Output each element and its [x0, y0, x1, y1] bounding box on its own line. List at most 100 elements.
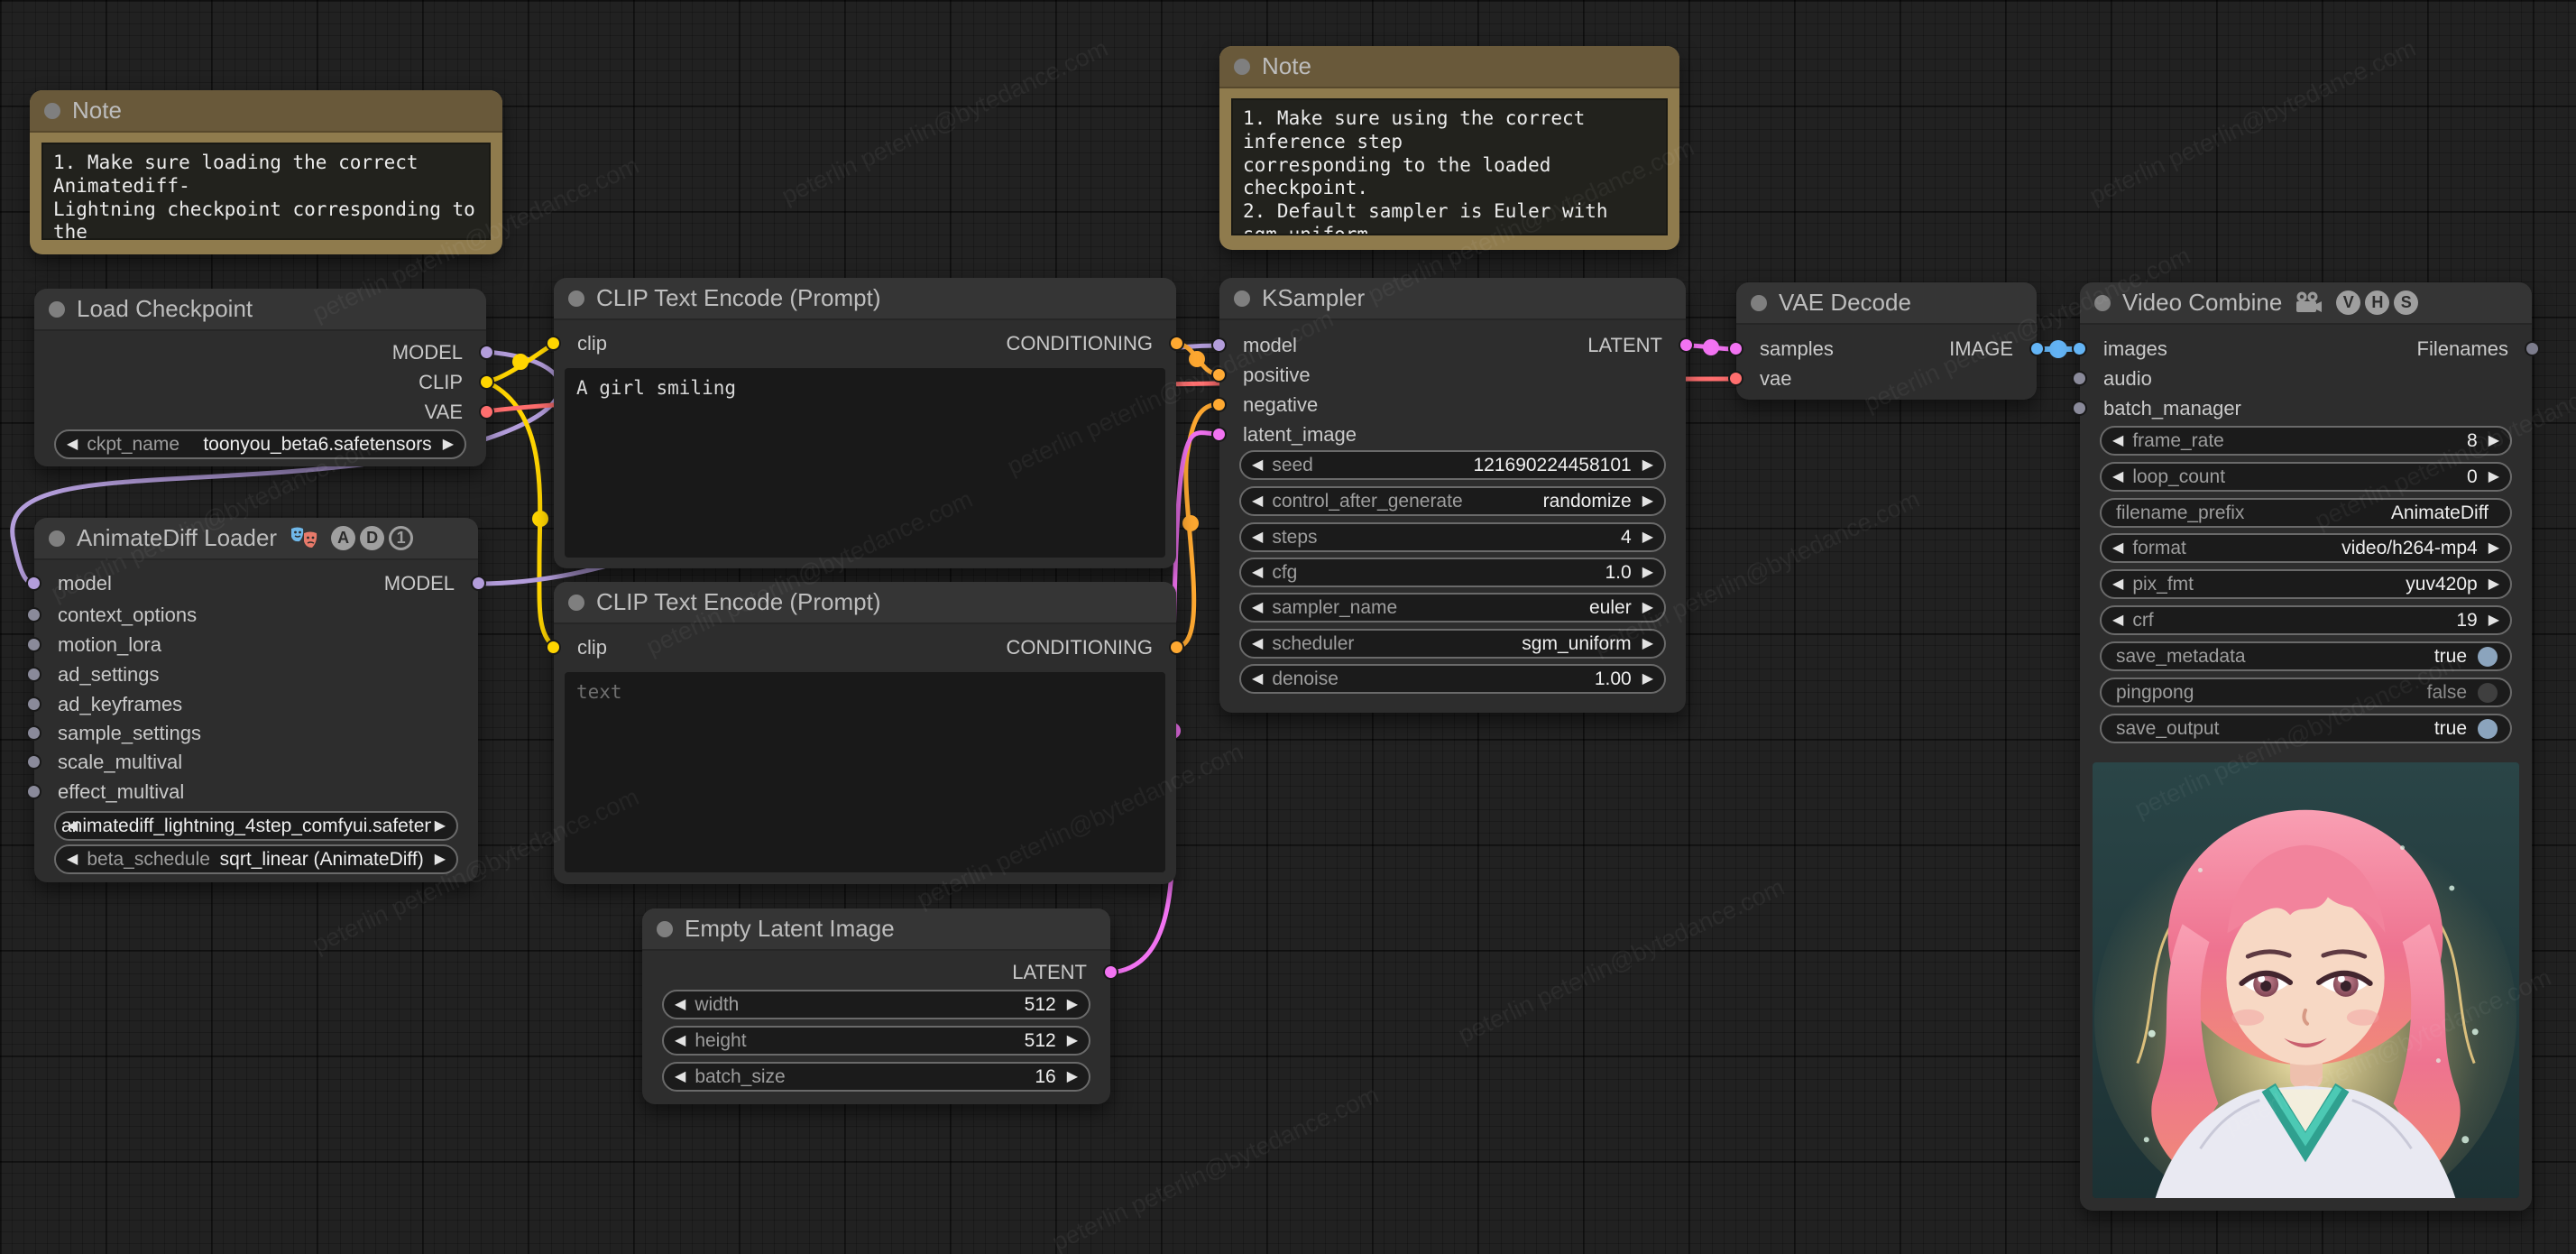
decrement-arrow[interactable]: ◀ [1252, 565, 1263, 580]
input-port-images[interactable] [2072, 341, 2087, 356]
node-clip-text-encode-positive[interactable]: CLIP Text Encode (Prompt) clip CONDITION… [546, 278, 1184, 568]
increment-arrow[interactable]: ▶ [2489, 576, 2499, 592]
widget-steps[interactable]: ◀ steps 4 ▶ [1239, 522, 1666, 552]
widget-ckpt-name[interactable]: ◀ ckpt_name toonyou_beta6.safetensors ▶ [54, 429, 466, 459]
collapse-dot[interactable] [2094, 294, 2111, 311]
collapse-dot[interactable] [49, 530, 65, 547]
widget-pix-fmt[interactable]: ◀ pix_fmt yuv420p ▶ [2100, 569, 2512, 599]
widget-format[interactable]: ◀ format video/h264-mp4 ▶ [2100, 533, 2512, 563]
note-text[interactable]: 1. Make sure loading the correct Animate… [41, 143, 491, 240]
increment-arrow[interactable]: ▶ [1642, 565, 1653, 580]
input-port-model[interactable] [1211, 337, 1227, 353]
output-port-latent[interactable] [1103, 964, 1118, 980]
widget-pingpong[interactable]: pingpong false [2100, 678, 2512, 707]
input-port-clip[interactable] [546, 640, 561, 655]
node-clip-text-encode-negative[interactable]: CLIP Text Encode (Prompt) clip CONDITION… [546, 582, 1184, 884]
decrement-arrow[interactable]: ◀ [67, 437, 78, 452]
toggle-on-dot[interactable] [2478, 718, 2498, 739]
increment-arrow[interactable]: ▶ [1067, 997, 1078, 1012]
decrement-arrow[interactable]: ◀ [1252, 530, 1263, 545]
collapse-dot[interactable] [568, 594, 584, 611]
increment-arrow[interactable]: ▶ [2489, 540, 2499, 556]
input-port-clip[interactable] [546, 336, 561, 351]
decrement-arrow[interactable]: ◀ [675, 1069, 685, 1084]
input-port-ad-settings[interactable] [26, 667, 41, 682]
widget-save-output[interactable]: save_output true [2100, 714, 2512, 743]
node-note-1[interactable]: Note 1. Make sure loading the correct An… [30, 90, 502, 254]
widget-width[interactable]: ◀ width 512 ▶ [662, 990, 1090, 1019]
widget-batch-size[interactable]: ◀ batch_size 16 ▶ [662, 1062, 1090, 1092]
output-port-vae[interactable] [479, 404, 494, 420]
decrement-arrow[interactable]: ◀ [1252, 600, 1263, 615]
collapse-dot[interactable] [657, 920, 673, 937]
increment-arrow[interactable]: ▶ [1642, 493, 1653, 509]
increment-arrow[interactable]: ▶ [443, 437, 454, 452]
widget-filename-prefix[interactable]: filename_prefix AnimateDiff [2100, 498, 2512, 528]
node-video-combine[interactable]: Video Combine V H S images audio batch_m… [2072, 282, 2540, 1211]
decrement-arrow[interactable]: ◀ [1252, 457, 1263, 473]
increment-arrow[interactable]: ▶ [1067, 1033, 1078, 1048]
widget-height[interactable]: ◀ height 512 ▶ [662, 1026, 1090, 1056]
input-port-latent-image[interactable] [1211, 427, 1227, 442]
input-port-batch-manager[interactable] [2072, 401, 2087, 416]
widget-frame-rate[interactable]: ◀ frame_rate 8 ▶ [2100, 426, 2512, 456]
node-animatediff-loader[interactable]: AnimateDiff Loader A D 1 model context_o… [26, 518, 486, 882]
decrement-arrow[interactable]: ◀ [67, 852, 78, 867]
node-titlebar[interactable]: Empty Latent Image [642, 908, 1110, 951]
decrement-arrow[interactable]: ◀ [2112, 613, 2123, 628]
widget-scheduler[interactable]: ◀ scheduler sgm_uniform ▶ [1239, 629, 1666, 659]
decrement-arrow[interactable]: ◀ [675, 1033, 685, 1048]
widget-beta-schedule[interactable]: ◀ beta_schedule sqrt_linear (AnimateDiff… [54, 844, 458, 874]
decrement-arrow[interactable]: ◀ [1252, 671, 1263, 687]
increment-arrow[interactable]: ▶ [1642, 457, 1653, 473]
node-ksampler[interactable]: KSampler model positive negative latent_… [1211, 278, 1694, 713]
increment-arrow[interactable]: ▶ [435, 818, 446, 834]
input-port-scale-multival[interactable] [26, 754, 41, 770]
increment-arrow[interactable]: ▶ [1642, 636, 1653, 651]
prompt-textarea[interactable]: A girl smiling [565, 368, 1165, 558]
toggle-on-dot[interactable] [2478, 646, 2498, 667]
input-port-model[interactable] [26, 576, 41, 591]
decrement-arrow[interactable]: ◀ [1252, 636, 1263, 651]
input-port-vae[interactable] [1728, 371, 1743, 386]
output-port-clip[interactable] [479, 374, 494, 390]
node-titlebar[interactable]: Load Checkpoint [34, 289, 486, 331]
decrement-arrow[interactable]: ◀ [1252, 493, 1263, 509]
widget-control-after-generate[interactable]: ◀ control_after_generate randomize ▶ [1239, 486, 1666, 516]
decrement-arrow[interactable]: ◀ [2112, 576, 2123, 592]
node-empty-latent-image[interactable]: Empty Latent Image LATENT ◀ width 512 ▶ … [642, 908, 1118, 1104]
increment-arrow[interactable]: ▶ [1642, 530, 1653, 545]
collapse-dot[interactable] [1234, 58, 1250, 75]
increment-arrow[interactable]: ▶ [2489, 433, 2499, 448]
toggle-off-dot[interactable] [2478, 682, 2498, 703]
note-text[interactable]: 1. Make sure using the correct inference… [1231, 98, 1668, 235]
widget-save-metadata[interactable]: save_metadata true [2100, 641, 2512, 671]
output-port-model[interactable] [471, 576, 486, 591]
node-titlebar[interactable]: KSampler [1219, 278, 1686, 320]
node-titlebar[interactable]: CLIP Text Encode (Prompt) [554, 582, 1176, 624]
widget-cfg[interactable]: ◀ cfg 1.0 ▶ [1239, 558, 1666, 587]
input-port-negative[interactable] [1211, 397, 1227, 412]
collapse-dot[interactable] [49, 300, 65, 318]
node-load-checkpoint[interactable]: Load Checkpoint MODEL CLIP VAE ◀ ckpt_na… [34, 289, 494, 466]
increment-arrow[interactable]: ▶ [435, 852, 446, 867]
decrement-arrow[interactable]: ◀ [675, 997, 685, 1012]
collapse-dot[interactable] [1234, 290, 1250, 307]
node-titlebar[interactable]: CLIP Text Encode (Prompt) [554, 278, 1176, 320]
widget-loop-count[interactable]: ◀ loop_count 0 ▶ [2100, 462, 2512, 492]
input-port-positive[interactable] [1211, 367, 1227, 383]
input-port-motion-lora[interactable] [26, 637, 41, 652]
decrement-arrow[interactable]: ◀ [2112, 540, 2123, 556]
increment-arrow[interactable]: ▶ [1642, 671, 1653, 687]
collapse-dot[interactable] [44, 102, 60, 119]
output-port-latent[interactable] [1679, 337, 1694, 353]
node-titlebar[interactable]: VAE Decode [1736, 282, 2037, 325]
output-port-filenames[interactable] [2525, 341, 2540, 356]
node-graph-canvas[interactable]: Note 1. Make sure loading the correct An… [0, 0, 2576, 1254]
widget-crf[interactable]: ◀ crf 19 ▶ [2100, 605, 2512, 635]
input-port-ad-keyframes[interactable] [26, 696, 41, 712]
decrement-arrow[interactable]: ◀ [67, 818, 78, 834]
note-titlebar[interactable]: Note [1219, 46, 1679, 88]
input-port-samples[interactable] [1728, 341, 1743, 356]
increment-arrow[interactable]: ▶ [1642, 600, 1653, 615]
